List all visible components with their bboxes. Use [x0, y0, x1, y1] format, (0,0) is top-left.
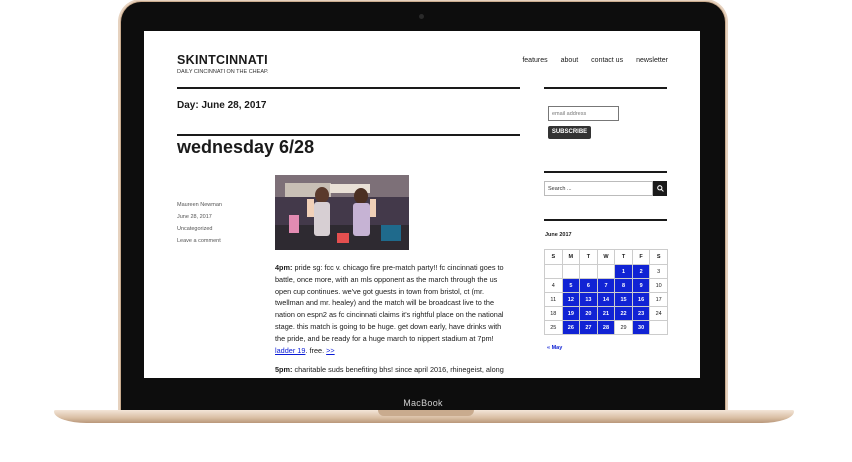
post-image	[275, 175, 409, 250]
calendar-day[interactable]: 19	[561, 306, 581, 322]
calendar-week: 4 5 6 7 8 9 10	[544, 278, 668, 294]
calendar-day: 25	[544, 320, 563, 336]
camera-icon	[419, 14, 424, 19]
nav-item-about[interactable]: about	[561, 57, 579, 64]
venue-link[interactable]: ladder 19	[275, 346, 305, 355]
calendar-day[interactable]: 12	[561, 292, 581, 308]
calendar-day[interactable]: 2	[631, 263, 651, 280]
main-nav: features about contact us newsletter	[522, 57, 668, 64]
subscribe-button[interactable]: SUBSCRIBE	[548, 126, 591, 139]
calendar-caption: June 2017	[545, 232, 572, 238]
calendar-day: 3	[649, 263, 668, 280]
calendar-day[interactable]: 20	[579, 306, 598, 322]
calendar-day[interactable]: 26	[561, 320, 581, 336]
post-content: 4pm: pride sg: fcc v. chicago fire pre-m…	[275, 262, 513, 378]
more-link[interactable]: >>	[326, 346, 335, 355]
calendar-day[interactable]: 30	[631, 320, 651, 336]
calendar-day[interactable]: 9	[631, 278, 651, 294]
calendar: SMTWTFS 1 2 3 4 5 6 7 8 9 10 11 12 13 14 15 16 17 18 19 20 2…	[544, 249, 668, 336]
event-time: 4pm:	[275, 263, 293, 272]
calendar-day[interactable]: 5	[561, 278, 581, 294]
calendar-day[interactable]: 16	[631, 292, 651, 308]
calendar-empty-cell	[544, 263, 563, 280]
calendar-empty-cell	[561, 263, 581, 280]
calendar-day[interactable]: 13	[579, 292, 598, 308]
calendar-day: 17	[649, 292, 668, 308]
calendar-day: 24	[649, 306, 668, 322]
post-author[interactable]: Maureen Newman	[177, 202, 222, 208]
site-title[interactable]: SKINTCINNATI	[177, 53, 268, 67]
nav-item-features[interactable]: features	[522, 57, 547, 64]
nav-item-contact-us[interactable]: contact us	[591, 57, 623, 64]
calendar-week: 11 12 13 14 15 16 17	[544, 292, 668, 308]
sidebar-divider	[544, 87, 667, 89]
calendar-day: 10	[649, 278, 668, 294]
calendar-day[interactable]: 15	[614, 292, 633, 308]
post-date[interactable]: June 28, 2017	[177, 214, 212, 220]
calendar-week: 25 26 27 28 29 30	[544, 320, 668, 336]
calendar-day: 29	[614, 320, 633, 336]
calendar-day[interactable]: 21	[596, 306, 616, 322]
post-category[interactable]: Uncategorized	[177, 226, 212, 232]
calendar-weekday: M	[561, 249, 581, 265]
event-text: pride sg: fcc v. chicago fire pre-match …	[275, 263, 504, 343]
event-text-after: . free.	[305, 345, 327, 355]
calendar-weekday: S	[649, 249, 668, 265]
post-comments-link[interactable]: Leave a comment	[177, 238, 221, 244]
archive-title: Day: June 28, 2017	[177, 100, 267, 111]
header-divider	[177, 87, 520, 89]
calendar-week: 123	[544, 263, 668, 280]
nav-item-newsletter[interactable]: newsletter	[636, 57, 668, 64]
search-button[interactable]	[653, 181, 667, 196]
browser-viewport: SKINTCINNATI DAILY CINCINNATI ON THE CHE…	[144, 31, 700, 378]
sidebar-divider	[544, 171, 667, 173]
calendar-day[interactable]: 8	[614, 278, 633, 294]
calendar-empty-cell	[579, 263, 598, 280]
calendar-day[interactable]: 22	[614, 306, 633, 322]
laptop-notch	[378, 410, 474, 416]
laptop-brand-label: MacBook	[403, 398, 443, 408]
calendar-day[interactable]: 1	[614, 263, 633, 280]
calendar-day[interactable]: 7	[596, 278, 616, 294]
calendar-day[interactable]: 6	[579, 278, 598, 294]
calendar-day[interactable]: 23	[631, 306, 651, 322]
calendar-weekday: F	[631, 249, 651, 265]
calendar-weekday: S	[544, 249, 563, 265]
event-text: charitable suds benefiting bhs! since ap…	[292, 365, 504, 375]
calendar-day: 4	[544, 278, 563, 294]
calendar-weekday: W	[596, 249, 616, 265]
post-paragraph: 4pm: pride sg: fcc v. chicago fire pre-m…	[275, 262, 513, 356]
email-field[interactable]: email address	[548, 106, 619, 121]
calendar-day: 18	[544, 306, 563, 322]
post-title[interactable]: wednesday 6/28	[177, 137, 314, 158]
calendar-day[interactable]: 28	[596, 320, 616, 336]
calendar-weekday: T	[614, 249, 633, 265]
calendar-empty-cell	[649, 320, 668, 336]
site-tagline: DAILY CINCINNATI ON THE CHEAP.	[177, 69, 269, 75]
calendar-day: 11	[544, 292, 563, 308]
calendar-empty-cell	[596, 263, 616, 280]
event-time: 5pm:	[275, 365, 293, 375]
post-paragraph: 5pm: charitable suds benefiting bhs! sin…	[275, 364, 513, 376]
calendar-week: 18 19 20 21 22 23 24	[544, 306, 668, 322]
calendar-prev-month-link[interactable]: « May	[547, 345, 562, 351]
sidebar-divider	[544, 219, 667, 221]
search-icon	[656, 184, 664, 192]
calendar-day[interactable]: 14	[596, 292, 616, 308]
calendar-weekday: T	[579, 249, 598, 265]
post-divider	[177, 134, 520, 136]
calendar-day[interactable]: 27	[579, 320, 598, 336]
search-input[interactable]: Search ...	[544, 181, 653, 196]
